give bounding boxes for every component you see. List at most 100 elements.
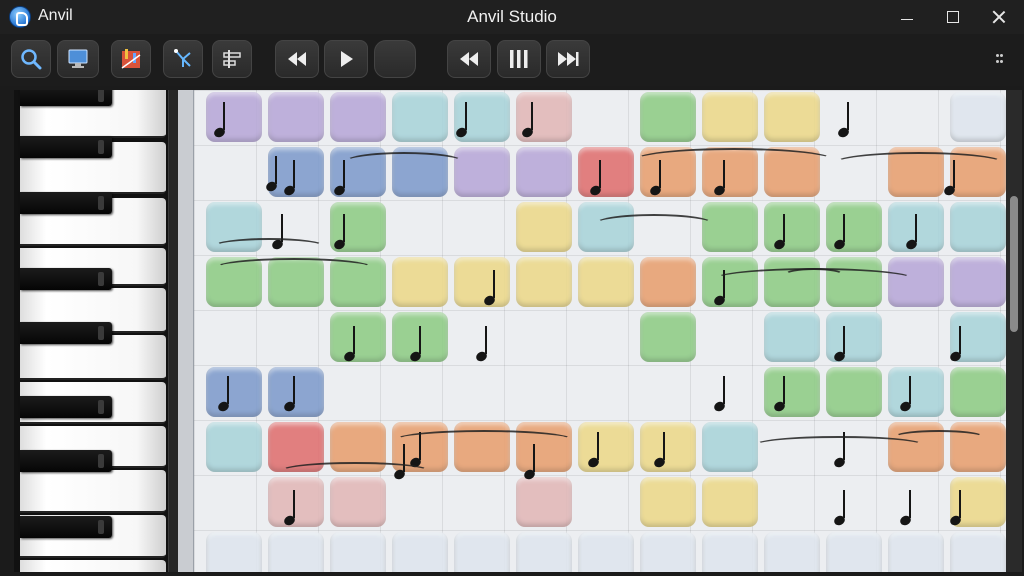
skip-back-button[interactable] [447,40,491,78]
monitor-button[interactable] [57,40,99,78]
note-block[interactable] [950,532,1006,572]
piano-keyboard[interactable] [14,90,168,572]
note-block[interactable] [516,257,572,307]
tie-curve [594,214,714,234]
note-stem [909,490,911,518]
more-vert-icon[interactable] [996,52,1004,68]
skip-forward-button[interactable] [546,40,590,78]
note-block[interactable] [578,532,634,572]
tie-curve [634,148,834,172]
tie-curve [894,430,984,444]
note-stem [909,376,911,404]
note-block[interactable] [950,367,1006,417]
minimize-icon [901,18,913,20]
note-block[interactable] [454,257,510,307]
piano-white-key[interactable] [20,470,166,513]
note-block[interactable] [640,257,696,307]
note-block[interactable] [516,202,572,252]
rewind-button[interactable] [275,40,319,78]
note-block[interactable] [888,532,944,572]
note-block[interactable] [950,202,1006,252]
mixer-button[interactable] [111,40,151,78]
piano-black-key[interactable] [20,396,112,418]
play-button[interactable] [324,40,368,78]
note-block[interactable] [392,92,448,142]
note-stem [485,326,487,354]
pause-button[interactable] [497,40,541,78]
piano-black-key[interactable] [20,136,112,158]
branch-tool-button[interactable] [163,40,203,78]
search-button[interactable] [11,40,51,78]
note-stem [275,156,277,184]
note-stem [847,102,849,130]
note-block[interactable] [702,422,758,472]
note-block[interactable] [206,367,262,417]
note-block[interactable] [640,92,696,142]
note-block[interactable] [764,367,820,417]
note-block[interactable] [826,532,882,572]
maximize-button[interactable] [930,0,976,34]
title-bar: Anvil Anvil Studio [0,0,1024,34]
note-block[interactable] [516,532,572,572]
note-block[interactable] [888,367,944,417]
note-block[interactable] [392,532,448,572]
note-block[interactable] [330,532,386,572]
note-stem [353,326,355,354]
note-block[interactable] [206,532,262,572]
note-block[interactable] [764,312,820,362]
note-block[interactable] [516,147,572,197]
piano-roll-grid[interactable] [194,90,1006,572]
note-block[interactable] [268,477,324,527]
note-block[interactable] [640,532,696,572]
note-block[interactable] [578,257,634,307]
blank-button[interactable] [374,40,416,78]
note-block[interactable] [702,92,758,142]
note-stem [663,432,665,460]
app-logo-icon [9,6,31,28]
note-stem [223,102,225,130]
panel-divider[interactable] [168,90,178,572]
note-block[interactable] [392,257,448,307]
skip-back-icon [460,52,478,66]
piano-black-key[interactable] [20,268,112,290]
vertical-scrollbar[interactable] [1006,90,1022,572]
note-stem [343,214,345,242]
note-block[interactable] [268,367,324,417]
piano-black-key[interactable] [20,192,112,214]
note-block[interactable] [950,422,1006,472]
note-block[interactable] [516,477,572,527]
note-block[interactable] [454,147,510,197]
minimize-button[interactable] [884,0,930,34]
note-block[interactable] [764,532,820,572]
note-block[interactable] [950,257,1006,307]
note-stem [783,214,785,242]
note-block[interactable] [206,422,262,472]
note-block[interactable] [268,532,324,572]
note-block[interactable] [330,92,386,142]
note-block[interactable] [764,202,820,252]
note-stem [723,376,725,404]
note-block[interactable] [764,92,820,142]
piano-white-key[interactable] [20,560,166,572]
note-block[interactable] [640,422,696,472]
piano-black-key[interactable] [20,322,112,344]
close-button[interactable] [976,0,1022,34]
note-block[interactable] [330,477,386,527]
note-block[interactable] [702,532,758,572]
note-block[interactable] [640,477,696,527]
piano-black-key[interactable] [20,450,112,472]
note-block[interactable] [826,367,882,417]
note-stem [419,326,421,354]
piano-black-key[interactable] [20,90,112,106]
note-block[interactable] [640,312,696,362]
scrollbar-thumb[interactable] [1010,196,1018,332]
note-block[interactable] [330,312,386,362]
note-block[interactable] [268,92,324,142]
note-block[interactable] [578,422,634,472]
note-block[interactable] [454,532,510,572]
note-block[interactable] [950,92,1006,142]
align-button[interactable] [212,40,252,78]
note-block[interactable] [702,477,758,527]
note-block[interactable] [578,147,634,197]
piano-black-key[interactable] [20,516,112,538]
